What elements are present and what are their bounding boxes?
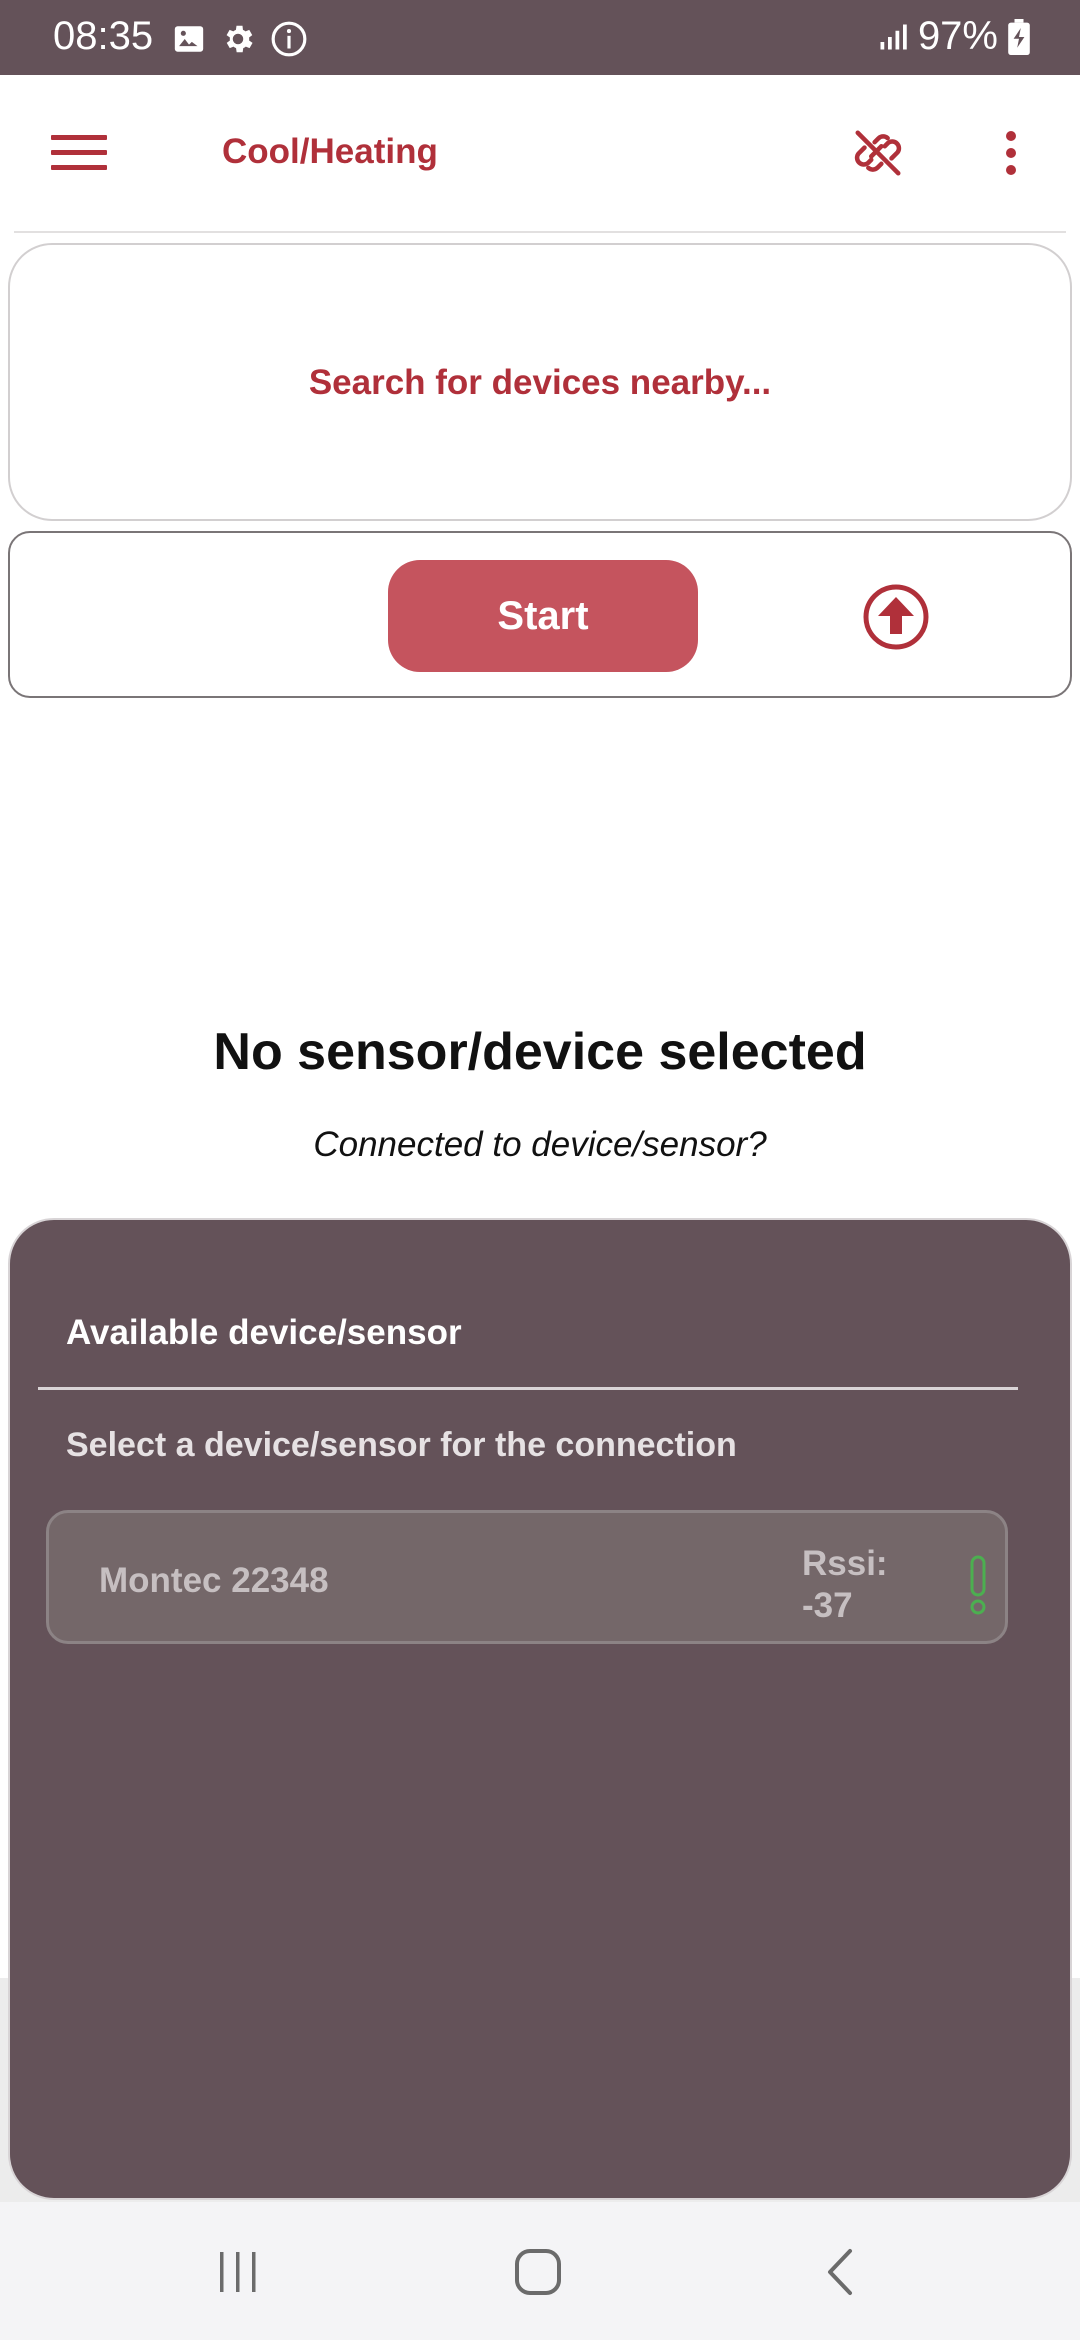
status-right: 97% [878,14,1030,59]
upload-button[interactable] [862,583,930,651]
image-icon [174,26,204,52]
device-rssi: Rssi: -37 [802,1543,922,1627]
arrow-up-circle-icon [863,584,929,650]
sheet-divider [38,1387,1018,1390]
search-status-card: Search for devices nearby... [8,243,1072,521]
menu-button[interactable] [40,120,118,186]
battery-charging-icon [1008,18,1030,55]
app-bar: Cool/Heating [0,75,1080,233]
hamburger-menu-icon [51,135,107,170]
start-button[interactable]: Start [388,560,698,672]
more-options-button[interactable] [990,120,1032,186]
back-icon [828,2249,852,2295]
rssi-label: Rssi: [802,1544,888,1583]
home-icon [515,2249,561,2295]
info-icon [271,21,307,57]
signal-strength-icon [970,1555,986,1615]
no-device-title: No sensor/device selected [213,1023,867,1081]
device-name: Montec 22348 [99,1561,329,1600]
signal-icon [880,24,907,49]
controls-card: Start [8,531,1072,698]
settings-gear-icon [226,25,253,53]
search-status-text: Search for devices nearby... [308,363,772,402]
battery-percent: 97% [917,14,998,58]
home-button[interactable] [505,2242,571,2302]
device-sheet: Available device/sensor Select a device/… [8,1218,1072,2200]
recent-apps-icon [220,2252,256,2292]
rssi-value: -37 [802,1586,853,1625]
sheet-title: Available device/sensor [66,1313,462,1352]
status-icons-left [172,20,308,58]
status-bar: 08:35 97% [0,0,1080,75]
app-bar-divider [14,231,1066,233]
connection-question: Connected to device/sensor? [313,1125,767,1164]
sheet-subtitle: Select a device/sensor for the connectio… [66,1426,737,1464]
link-off-icon [854,130,902,176]
status-time: 08:35 [53,14,154,58]
page-title: Cool/Heating [222,132,438,171]
more-vert-icon [1006,131,1016,175]
device-list-item[interactable]: Montec 22348 Rssi: -37 [46,1510,1008,1644]
disconnect-button[interactable] [845,120,911,186]
back-button[interactable] [815,2242,865,2302]
screen: 08:35 97% Cool/Heating Search for device… [0,0,1080,2340]
recent-apps-button[interactable] [205,2242,271,2302]
system-nav-bar [0,2202,1080,2340]
